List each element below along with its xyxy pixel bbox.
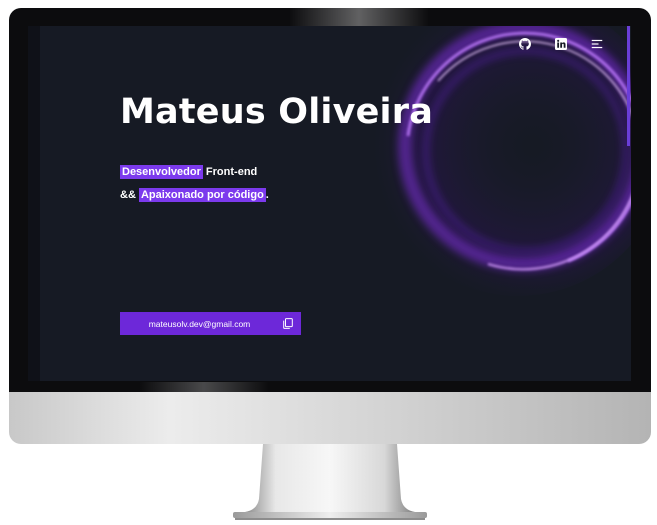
- monitor-chin: [9, 392, 651, 444]
- copy-email-button[interactable]: mateusolv.dev@gmail.com: [120, 312, 301, 335]
- tagline-highlight-role: Desenvolvedor: [120, 165, 203, 179]
- glow-ring-decoration: [368, 26, 631, 296]
- monitor-mockup: Mateus Oliveira Desenvolvedor Front-end …: [0, 0, 657, 525]
- bezel-reflection-bottom: [139, 382, 269, 392]
- menu-icon[interactable]: [589, 36, 605, 52]
- screen-edge: [28, 26, 40, 381]
- tagline-line-2: && Apaixonado por código.: [120, 184, 269, 207]
- hero-tagline: Desenvolvedor Front-end && Apaixonado po…: [120, 161, 269, 207]
- linkedin-icon[interactable]: [553, 36, 569, 52]
- tagline-suffix: .: [265, 189, 269, 201]
- tagline-role-rest: Front-end: [202, 166, 258, 178]
- tagline-highlight-passion: Apaixonado por código: [138, 188, 266, 202]
- scrollbar[interactable]: [627, 26, 630, 146]
- bezel-reflection: [289, 8, 429, 26]
- copy-icon: [283, 318, 293, 329]
- nav-icons: [517, 36, 605, 52]
- hero-name: Mateus Oliveira: [120, 92, 434, 132]
- monitor-stand: [233, 444, 427, 520]
- tagline-prefix: &&: [120, 189, 139, 201]
- tagline-line-1: Desenvolvedor Front-end: [120, 161, 269, 184]
- github-icon[interactable]: [517, 36, 533, 52]
- monitor-bezel: Mateus Oliveira Desenvolvedor Front-end …: [9, 8, 651, 392]
- email-label: mateusolv.dev@gmail.com: [148, 318, 251, 329]
- monitor-screen: Mateus Oliveira Desenvolvedor Front-end …: [28, 26, 631, 381]
